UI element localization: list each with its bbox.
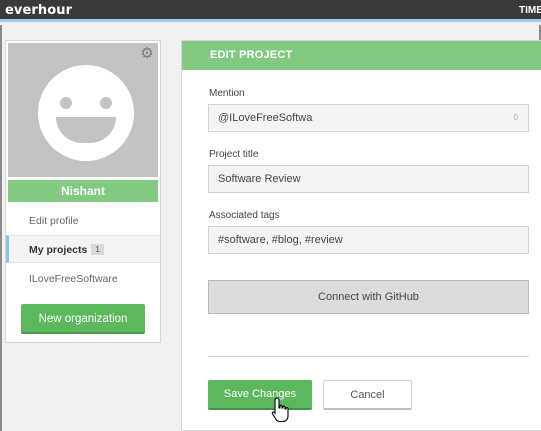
- mention-input[interactable]: @ILoveFreeSoftwa 0: [208, 104, 529, 132]
- project-title-label: Project title: [209, 149, 259, 160]
- tags-input[interactable]: #software, #blog, #review: [208, 226, 529, 254]
- top-nav-time[interactable]: TIME: [519, 5, 541, 16]
- avatar-right-eye: [100, 97, 112, 109]
- connect-github-button[interactable]: Connect with GitHub: [208, 280, 529, 314]
- project-title-value: Software Review: [218, 173, 301, 185]
- tags-value: #software, #blog, #review: [218, 234, 343, 246]
- sidebar-item-organization[interactable]: ILoveFreeSoftware: [6, 265, 160, 293]
- project-title-input[interactable]: Software Review: [208, 165, 529, 193]
- save-changes-button[interactable]: Save Changes: [208, 380, 312, 410]
- sidebar-item-label: My projects: [29, 244, 88, 256]
- mention-value: @ILoveFreeSoftwa: [218, 112, 313, 124]
- edit-project-card: EDIT PROJECT Mention @ILoveFreeSoftwa 0 …: [181, 40, 541, 431]
- app-logo[interactable]: everhour: [5, 3, 72, 18]
- gear-icon[interactable]: ⚙: [138, 45, 156, 63]
- divider: [208, 356, 529, 357]
- avatar-mouth: [56, 117, 116, 143]
- mention-label: Mention: [209, 88, 245, 99]
- hand-pointer-cursor-icon: [271, 397, 289, 423]
- sidebar-item-edit-profile[interactable]: Edit profile: [6, 207, 160, 235]
- sidebar-item-label: ILoveFreeSoftware: [29, 273, 118, 285]
- profile-sidebar: ⚙ Nishant Edit profile My projects 1 ILov…: [5, 40, 161, 343]
- new-organization-button[interactable]: New organization: [21, 304, 145, 334]
- card-title: EDIT PROJECT: [182, 41, 541, 70]
- smiley-avatar-icon: [38, 65, 134, 161]
- avatar-left-eye: [60, 97, 72, 109]
- user-name: Nishant: [8, 180, 158, 202]
- avatar[interactable]: ⚙: [8, 43, 158, 177]
- sidebar-item-my-projects[interactable]: My projects 1: [6, 235, 160, 263]
- sidebar-item-label: Edit profile: [29, 215, 79, 227]
- project-count-badge: 1: [91, 244, 104, 255]
- cancel-button[interactable]: Cancel: [323, 380, 412, 410]
- tags-label: Associated tags: [209, 210, 280, 221]
- mention-char-count: 0: [513, 113, 518, 122]
- window-border-left: [0, 25, 2, 431]
- top-bar: everhour TIME: [0, 0, 541, 22]
